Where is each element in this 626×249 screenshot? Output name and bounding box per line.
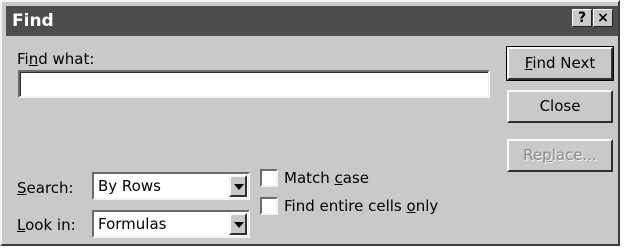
chevron-down-icon [234, 222, 244, 228]
look-in-select[interactable]: Formulas [92, 210, 250, 238]
find-what-label: Find what: [17, 50, 95, 68]
title-bar: Find [6, 6, 618, 36]
look-in-dropdown-button[interactable] [229, 213, 247, 235]
search-select-value: By Rows [98, 177, 161, 195]
find-what-field[interactable] [18, 70, 490, 98]
replace-button[interactable]: Replace... [507, 139, 613, 172]
close-x-button[interactable]: × [593, 9, 613, 27]
help-button[interactable]: ? [572, 9, 592, 27]
find-next-button[interactable]: Find Next [506, 46, 614, 81]
match-case-label[interactable]: Match case [284, 169, 369, 187]
search-select[interactable]: By Rows [92, 172, 250, 200]
close-button[interactable]: Close [507, 90, 613, 123]
match-case-checkbox[interactable] [260, 169, 278, 187]
look-in-select-value: Formulas [98, 215, 167, 233]
search-dropdown-button[interactable] [229, 175, 247, 197]
find-what-input[interactable] [20, 72, 488, 96]
entire-cells-checkbox[interactable] [260, 197, 278, 215]
find-dialog: Find ? × Find what: Find Next Close Repl… [0, 0, 620, 246]
entire-cells-label[interactable]: Find entire cells only [284, 197, 438, 215]
chevron-down-icon [234, 184, 244, 190]
look-in-label: Look in: [17, 216, 76, 234]
dialog-title: Find [12, 11, 54, 31]
search-label: Search: [17, 179, 74, 197]
